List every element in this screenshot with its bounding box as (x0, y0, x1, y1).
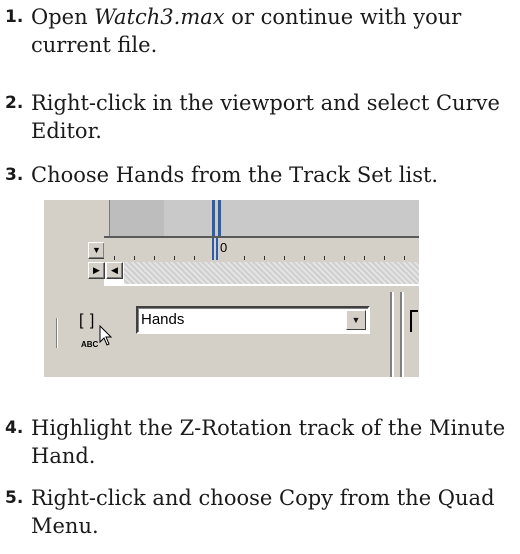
dropdown-arrow-icon[interactable]: ▼ (346, 310, 366, 330)
time-ruler: 0 (104, 236, 419, 263)
step-number: 5. (5, 488, 24, 508)
step-number: 3. (5, 165, 24, 185)
step-text: Highlight the Z-Rotation track of the Mi… (31, 416, 506, 468)
bracket-icon[interactable]: [ ] (79, 312, 95, 330)
scroll-track[interactable] (124, 262, 419, 284)
step-text: Right-click and choose Copy from the Qua… (31, 486, 495, 538)
ruler-zero-label: 0 (220, 240, 228, 255)
track-set-screenshot: ▼ 0 ▶ ◀ [ ] ABC Hands ▼ (44, 200, 419, 377)
mouse-cursor-icon (99, 325, 113, 346)
track-set-value: Hands (141, 311, 185, 328)
track-set-dropdown[interactable]: Hands ▼ (136, 306, 370, 334)
scroll-left-button[interactable]: ◀ (106, 262, 123, 279)
scroll-down-button[interactable]: ▼ (88, 242, 105, 259)
step-text: Right-click in the viewport and select C… (31, 91, 500, 143)
step-text: Choose Hands from the Track Set list. (31, 163, 439, 187)
file-name: Watch3.max (94, 5, 225, 29)
step-number: 1. (5, 7, 24, 27)
step-text: Open Watch3.max or continue with your cu… (31, 5, 462, 57)
step-number: 2. (5, 93, 24, 113)
abc-label: ABC (81, 340, 99, 349)
scroll-right-button[interactable]: ▶ (88, 262, 105, 279)
step-number: 4. (5, 418, 24, 438)
